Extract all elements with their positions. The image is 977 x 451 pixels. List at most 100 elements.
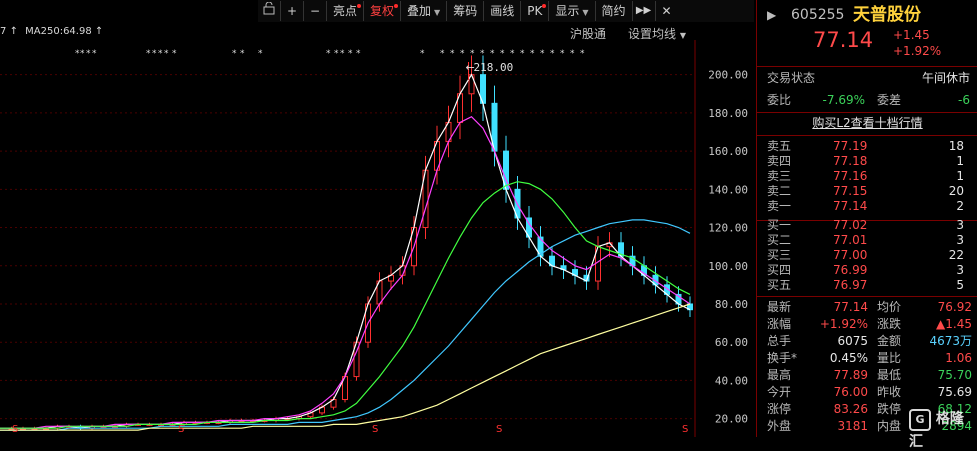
collapse-icon[interactable]: ▶ [767,4,776,26]
quote-label: 今开 [767,385,792,399]
ask-row[interactable]: 卖二 77.15 20 [757,184,977,199]
ask-row[interactable]: 卖一 77.14 2 [757,199,977,214]
last-price: 77.14 [813,28,874,52]
bid-row[interactable]: 买五 76.97 5 [757,278,977,293]
dividend-marker: S [682,424,688,435]
quote-panel: ▶ 605255 天普股份 77.14 +1.45 +1.92% 交易状态 午间… [756,0,977,450]
quote-value: 6075 [837,334,868,348]
peak-label: 218.00 [474,61,514,74]
book-level-label: 买一 [767,218,792,232]
quote-value: 76.00 [833,385,868,399]
kline-chart[interactable]: 200.00 180.00 160.00 140.00 120.00 100.00 80.0… [0,40,752,437]
event-marker: * [146,49,151,59]
chevron-down-icon: ▼ [434,8,441,17]
event-marker: * [570,49,575,59]
more-icon[interactable]: ▶▶ [633,1,656,21]
up-arrow-icon: ↑ [9,26,18,37]
quote-label: 昨收 [877,385,902,399]
toolbar-button-0[interactable]: 亮点 [327,1,365,21]
watermark-logo: G 格隆汇 [909,409,964,450]
close-icon[interactable]: ✕ [656,1,678,21]
book-volume: 5 [956,278,964,292]
ask-row[interactable]: 卖三 77.16 1 [757,169,977,184]
quote-label: 最新 [767,300,792,314]
book-price: 77.16 [833,169,868,183]
toolbar-button-label: PK [527,4,543,18]
event-marker: * [500,49,505,59]
quote-value: 75.70 [937,368,972,382]
ma-indicator-line: 7 ↑ MA250:64.98 ↑ [0,26,103,37]
book-price: 76.97 [833,278,868,292]
toolbar-button-7[interactable]: 简约 [596,1,633,21]
bid-row[interactable]: 买三 77.00 22 [757,248,977,263]
stock-header: ▶ 605255 天普股份 [757,4,977,26]
toolbar-button-6[interactable]: 显示 ▼ [549,1,596,21]
quote-value: 1.06 [945,351,972,365]
quote-label: 涨跌 [877,317,902,331]
quote-label: 量比 [877,351,902,365]
event-marker: * [158,49,163,59]
event-marker: * [450,49,455,59]
y-tick-label: 160.00 [708,145,748,158]
quote-label: 最高 [767,368,792,382]
y-tick-label: 100.00 [708,260,748,273]
y-tick-label: 200.00 [708,69,748,82]
quote-label: 最低 [877,368,902,382]
zoom-out-button[interactable]: − [304,1,327,21]
bid-row[interactable]: 买四 76.99 3 [757,263,977,278]
event-marker: * [470,49,475,59]
dividend-marker: S [372,424,378,435]
bid-row[interactable]: 买一 77.02 3 [757,218,977,233]
l2-link[interactable]: 购买L2查看十档行情 [812,116,922,130]
ask-row[interactable]: 卖五 77.19 18 [757,139,977,154]
toolbar-button-1[interactable]: 复权 [364,1,402,21]
lock-icon[interactable] [258,1,281,21]
toolbar-button-5[interactable]: PK [521,1,550,21]
book-level-label: 买二 [767,233,792,247]
event-marker: * [540,49,545,59]
event-marker: * [258,49,263,59]
toolbar-button-label: 亮点 [333,4,358,18]
quote-value: 4673万 [929,334,972,348]
quote-value: 77.14 [833,300,868,314]
event-marker: * [172,49,177,59]
quote-value: 76.92 [937,300,972,314]
event-marker: * [356,49,361,59]
event-marker: * [520,49,525,59]
ask-row[interactable]: 卖四 77.18 1 [757,154,977,169]
event-marker: * [530,49,535,59]
book-volume: 1 [956,169,964,183]
quote-row: 最新 77.14 均价 76.92 [757,299,977,316]
event-marker: * [510,49,515,59]
event-marker: * [334,49,339,59]
ma-settings-label: 设置均线 [628,27,677,41]
y-tick-label: 20.00 [715,413,748,426]
event-marker: * [420,49,425,59]
ma250-label: MA250:64.98 [25,26,92,37]
dividend-marker: S [12,424,18,435]
toolbar-button-3[interactable]: 筹码 [447,1,485,21]
toolbar-button-2[interactable]: 叠加 ▼ [401,1,448,21]
quote-value: 3181 [837,419,868,433]
ma-prefix: 7 [0,26,7,37]
stock-code: 605255 [791,7,845,23]
toolbar-button-4[interactable]: 画线 [484,1,522,21]
book-price: 77.02 [833,218,868,232]
quote-row: 最高 77.89 最低 75.70 [757,367,977,384]
event-marker: * [326,49,331,59]
bid-row[interactable]: 买二 77.01 3 [757,233,977,248]
event-marker: * [440,49,445,59]
y-tick-label: 180.00 [708,107,748,120]
notification-dot [357,4,362,8]
book-level-label: 卖三 [767,169,792,183]
book-volume: 1 [956,154,964,168]
quote-label: 跌停 [877,402,902,416]
event-marker: * [348,49,353,59]
book-level-label: 卖一 [767,199,792,213]
book-volume: 3 [956,263,964,277]
zoom-in-button[interactable]: + [281,1,304,21]
event-marker: * [490,49,495,59]
book-level-label: 买四 [767,263,792,277]
y-tick-label: 60.00 [715,336,748,349]
l2-link-row: 购买L2查看十档行情 [757,115,977,132]
